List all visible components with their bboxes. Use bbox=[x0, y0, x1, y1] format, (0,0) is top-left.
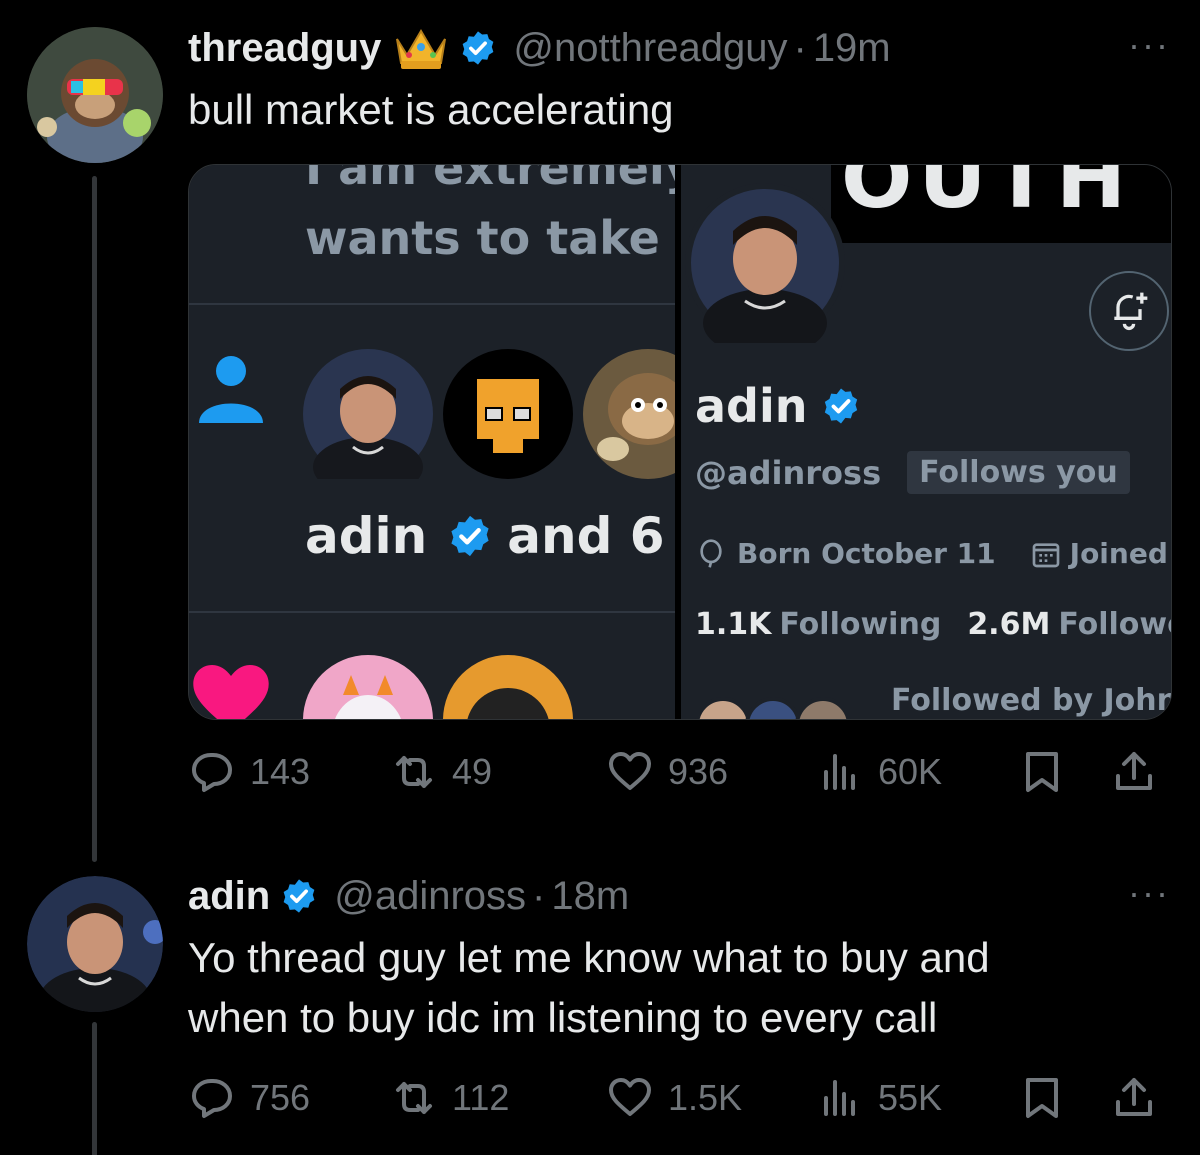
timestamp[interactable]: 19m bbox=[813, 26, 891, 71]
tweet-text-line1: Yo thread guy let me know what to buy an… bbox=[188, 934, 990, 981]
tweet-media-image[interactable]: I am extremely wants to take adin and 6 … bbox=[188, 164, 1172, 720]
divider bbox=[189, 303, 675, 305]
tweet-adin[interactable]: adin @adinross · 18m ··· Yo thread guy l… bbox=[0, 850, 1200, 1155]
notification-screenshot: I am extremely wants to take adin and 6 … bbox=[189, 165, 716, 719]
profile-handle: @adinross bbox=[695, 453, 882, 492]
avatar-adin[interactable] bbox=[27, 876, 163, 1012]
share-button[interactable] bbox=[1110, 1068, 1172, 1128]
divider bbox=[189, 611, 675, 613]
follows-you-badge: Follows you bbox=[907, 451, 1130, 494]
profile-name-row: adin bbox=[695, 379, 861, 433]
heart-outline-icon bbox=[609, 752, 651, 790]
retweet-button[interactable]: 49 bbox=[390, 742, 492, 802]
joined-date: Joined bbox=[1069, 537, 1168, 570]
views-count: 55K bbox=[878, 1077, 943, 1118]
share-icon bbox=[1116, 752, 1152, 790]
mutual-followers-avatars bbox=[693, 685, 873, 719]
retweet-icon bbox=[396, 756, 432, 788]
share-icon bbox=[1116, 1078, 1152, 1116]
born-date: Born October 11 bbox=[737, 537, 996, 570]
like-button[interactable]: 936 bbox=[606, 742, 728, 802]
retweet-count: 49 bbox=[452, 751, 493, 792]
views-count: 60K bbox=[878, 751, 943, 792]
reply-icon bbox=[192, 753, 232, 792]
like-count: 1.5K bbox=[668, 1077, 743, 1118]
followers-label: Followers bbox=[1058, 607, 1171, 642]
person-follow-icon bbox=[199, 356, 263, 423]
timestamp[interactable]: 18m bbox=[551, 874, 629, 919]
cut-text: I am extremely bbox=[305, 164, 695, 195]
separator-dot: · bbox=[532, 873, 546, 918]
verified-badge-icon bbox=[825, 388, 858, 424]
profile-banner: OUTH bbox=[831, 165, 1171, 243]
more-options-button[interactable]: ··· bbox=[1128, 24, 1170, 66]
followed-by-text: Followed by John bbox=[891, 683, 1172, 718]
balloon-icon bbox=[700, 538, 722, 568]
views-chart-icon bbox=[824, 1080, 855, 1116]
following-count: 1.1K bbox=[695, 607, 772, 642]
banner-text: OUTH bbox=[841, 165, 1133, 227]
bookmark-button[interactable] bbox=[1018, 742, 1080, 802]
liker-avatar-orange bbox=[443, 655, 573, 719]
following-label: Following bbox=[779, 607, 942, 642]
retweet-count: 112 bbox=[452, 1077, 510, 1118]
retweet-icon bbox=[396, 1082, 432, 1114]
retweet-button[interactable]: 112 bbox=[390, 1068, 509, 1128]
followers-count: 2.6M bbox=[967, 607, 1051, 642]
notification-name: adin bbox=[305, 507, 428, 565]
tweet-header: adin @adinross · 18m bbox=[188, 866, 629, 926]
handle[interactable]: @adinross bbox=[334, 874, 526, 919]
share-button[interactable] bbox=[1110, 742, 1172, 802]
reply-button[interactable]: 756 bbox=[188, 1068, 310, 1128]
bell-plus-icon bbox=[1114, 292, 1148, 330]
avatar-threadguy[interactable] bbox=[27, 27, 163, 163]
profile-name: adin bbox=[695, 379, 808, 433]
notification-summary: adin and 6 o bbox=[305, 507, 716, 565]
thread-line bbox=[92, 176, 97, 862]
profile-stats-row: 1.1K Following 2.6M Followers bbox=[695, 607, 1171, 642]
follower-avatar-adin bbox=[303, 349, 433, 479]
tweet-actions: 143 49 936 60K bbox=[188, 742, 1168, 802]
notification-text: wants to take bbox=[305, 211, 660, 265]
handle[interactable]: @notthreadguy bbox=[513, 26, 787, 71]
views-button[interactable]: 60K bbox=[816, 742, 942, 802]
verified-badge-icon bbox=[463, 31, 494, 65]
reply-count: 756 bbox=[250, 1077, 311, 1118]
reply-icon bbox=[192, 1079, 232, 1118]
profile-meta-row: Born October 11 Joined bbox=[695, 537, 1168, 570]
profile-screenshot: OUTH adin @adinross Follows you Born Oct… bbox=[675, 165, 1172, 719]
reply-button[interactable]: 143 bbox=[188, 742, 310, 802]
verified-badge-icon bbox=[283, 879, 315, 913]
display-name[interactable]: threadguy bbox=[188, 26, 381, 71]
bookmark-icon bbox=[1026, 752, 1058, 792]
tweet-threadguy[interactable]: threadguy @notthreadguy · 19m ··· bull m… bbox=[0, 0, 1200, 862]
follower-avatar-pixel bbox=[443, 349, 573, 479]
more-options-button[interactable]: ··· bbox=[1128, 872, 1170, 914]
tweet-header: threadguy @notthreadguy · 19m bbox=[188, 18, 891, 78]
tweet-text: bull market is accelerating bbox=[188, 86, 674, 133]
heart-icon bbox=[193, 665, 269, 719]
views-chart-icon bbox=[824, 754, 855, 790]
like-button[interactable]: 1.5K bbox=[606, 1068, 742, 1128]
like-count: 936 bbox=[668, 751, 729, 792]
profile-avatar-adin bbox=[685, 183, 845, 343]
liker-avatar-anime bbox=[303, 655, 433, 719]
crown-icon bbox=[396, 29, 447, 69]
display-name[interactable]: adin bbox=[188, 874, 270, 919]
verified-badge-icon bbox=[451, 515, 489, 557]
separator-dot: · bbox=[793, 25, 807, 70]
calendar-icon bbox=[1032, 542, 1059, 567]
bookmark-icon bbox=[1026, 1078, 1058, 1118]
heart-outline-icon bbox=[609, 1078, 651, 1116]
reply-count: 143 bbox=[250, 751, 311, 792]
profile-handle-row: @adinross Follows you bbox=[695, 451, 1130, 494]
bookmark-button[interactable] bbox=[1018, 1068, 1080, 1128]
views-button[interactable]: 55K bbox=[816, 1068, 942, 1128]
tweet-text-line2: when to buy idc im listening to every ca… bbox=[188, 994, 938, 1041]
thread-line bbox=[92, 1022, 97, 1155]
notification-bell-button[interactable] bbox=[1089, 271, 1169, 351]
tweet-actions: 756 112 1.5K 55K bbox=[188, 1068, 1168, 1128]
